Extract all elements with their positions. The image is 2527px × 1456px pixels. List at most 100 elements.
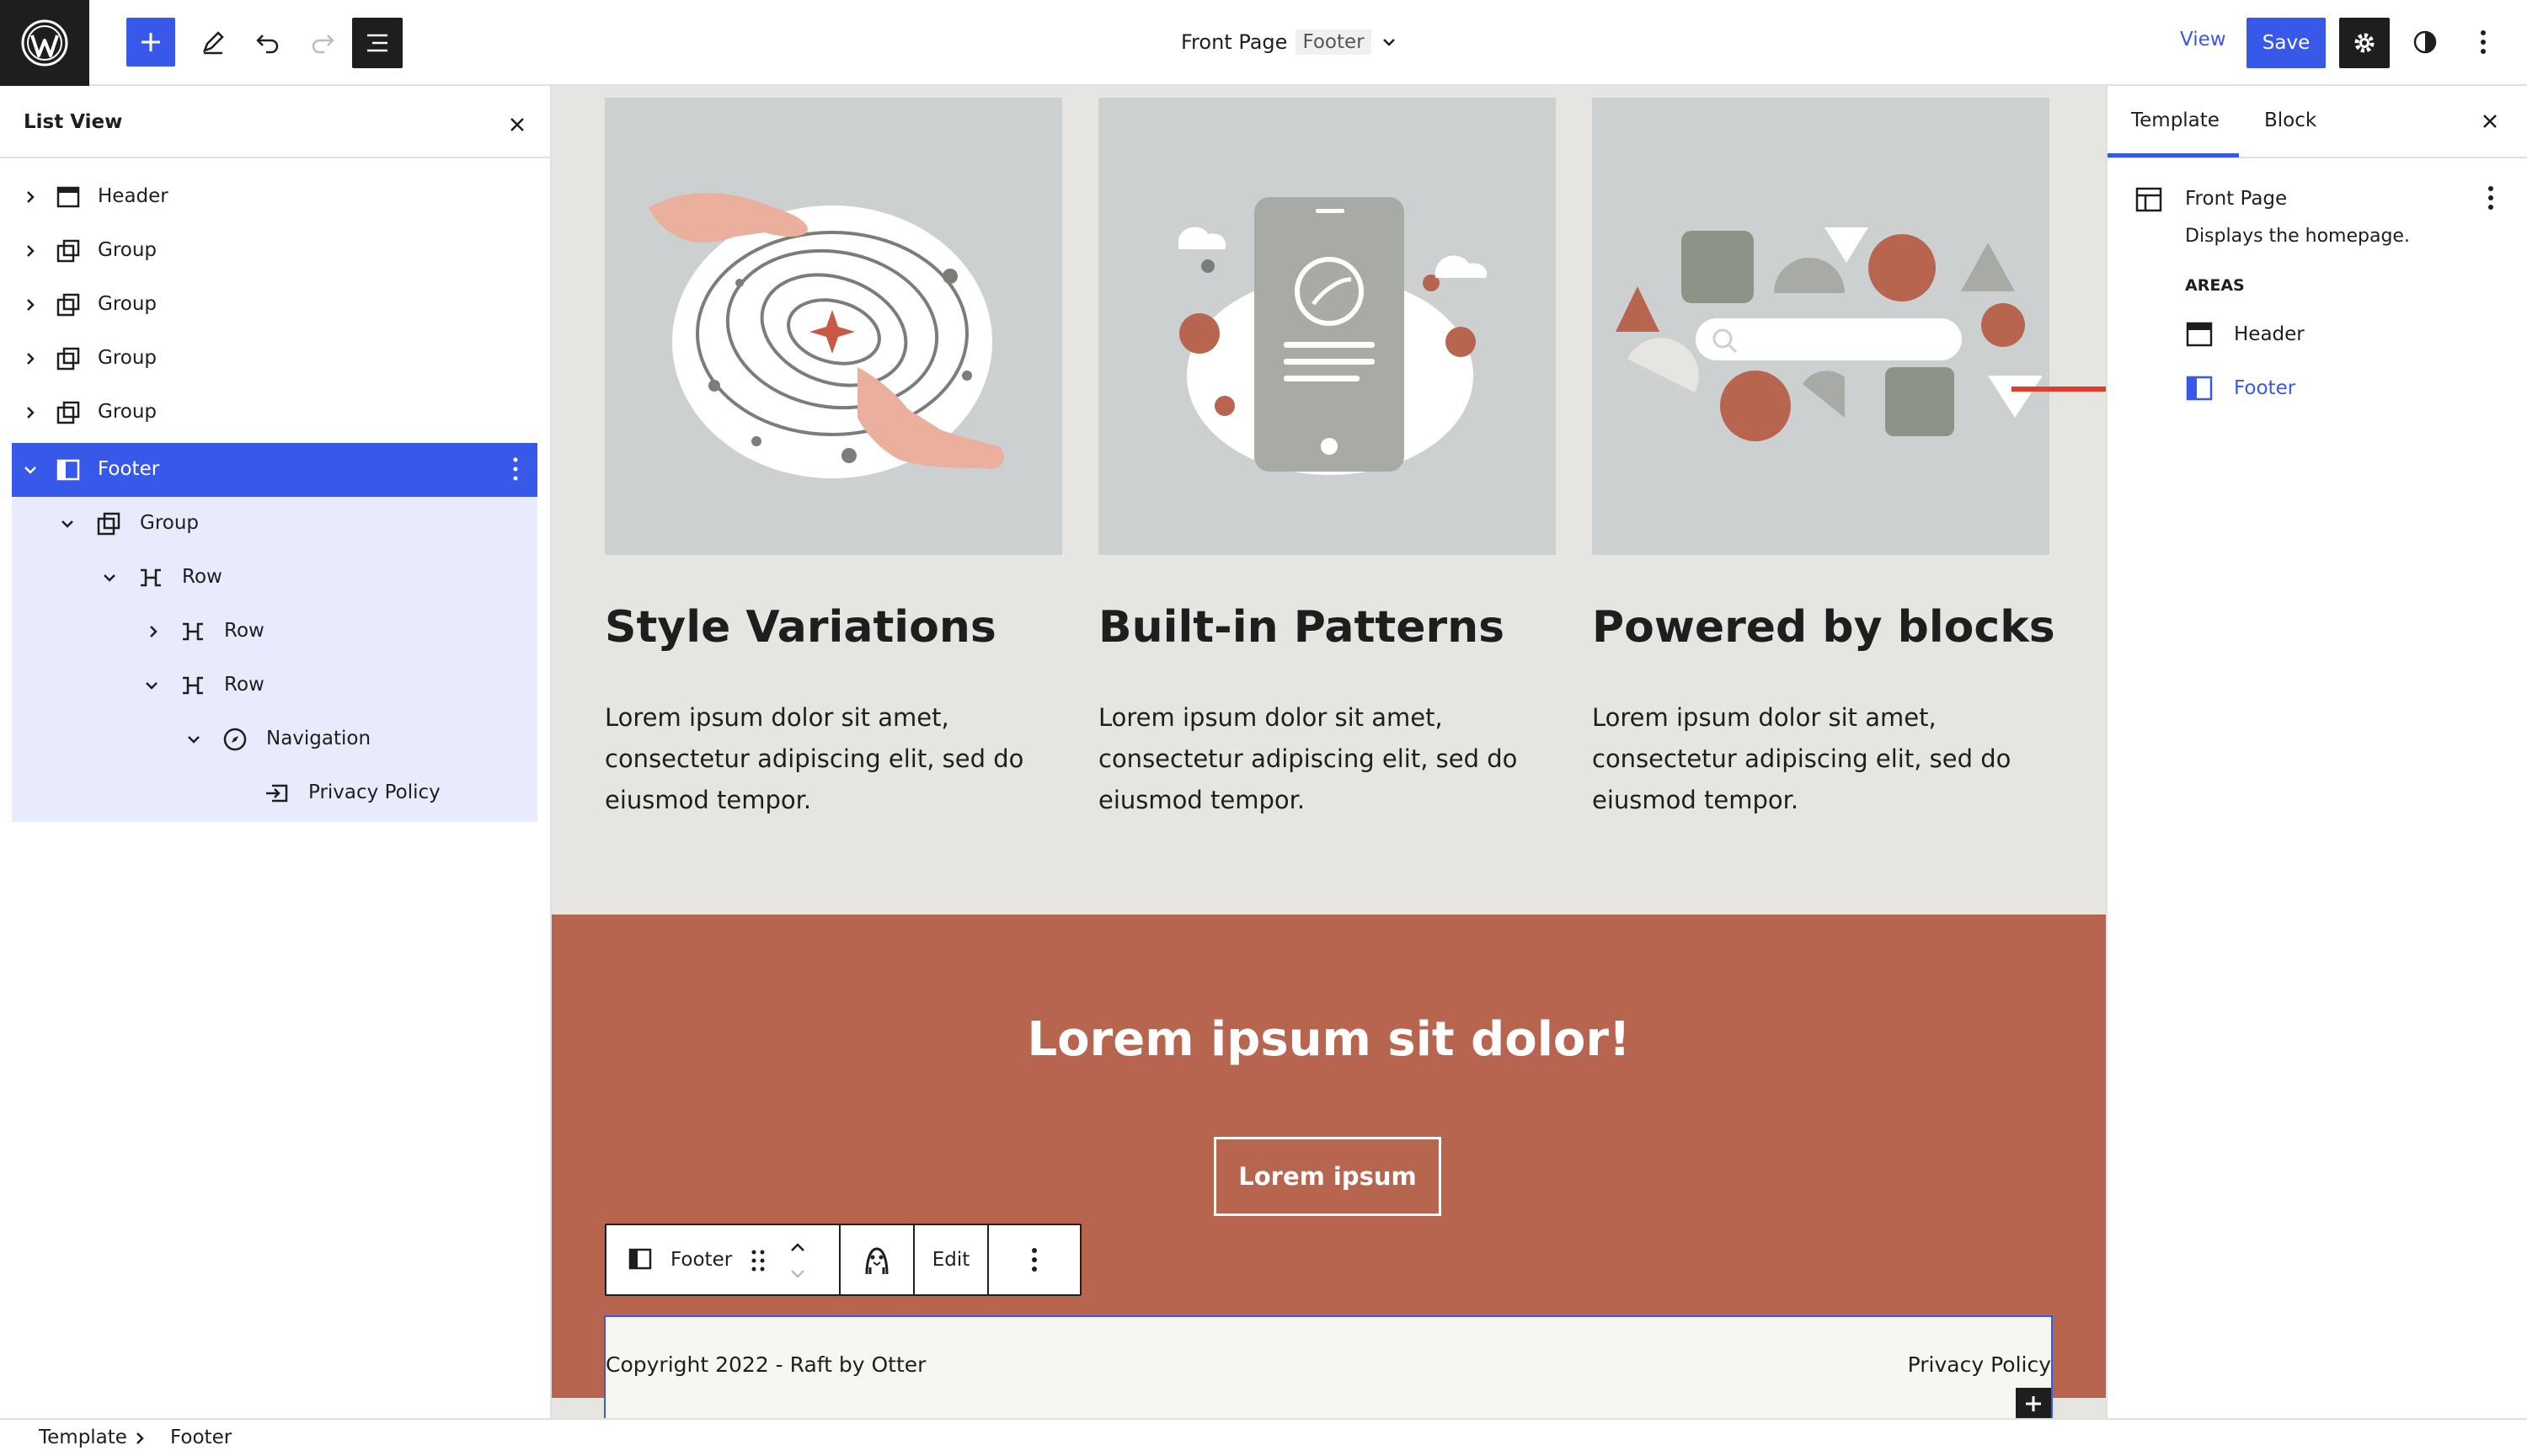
editor-canvas: Style Variations Lorem ipsum dolor sit a…: [552, 86, 2106, 1418]
style-toggle-button[interactable]: [2406, 23, 2444, 61]
chevron-down-icon[interactable]: [143, 677, 160, 694]
list-item-privacy-policy[interactable]: Privacy Policy: [12, 766, 537, 820]
list-item-label: Group: [98, 293, 158, 315]
edit-template-part-button[interactable]: Edit: [915, 1225, 987, 1294]
footer-template-part[interactable]: Copyright 2022 - Raft by Otter Privacy P…: [604, 1315, 2053, 1418]
list-item-group[interactable]: Group: [12, 278, 537, 332]
layout-icon: [2135, 187, 2162, 212]
active-tab-indicator: [2108, 153, 2239, 157]
add-block-button[interactable]: [126, 18, 175, 67]
card-title[interactable]: Style Variations: [605, 602, 996, 653]
list-item-footer[interactable]: Footer: [12, 443, 537, 497]
list-item-header[interactable]: Header: [12, 170, 537, 224]
list-item-group[interactable]: Group: [12, 386, 537, 440]
more-vertical-icon[interactable]: [512, 456, 519, 482]
built-in-patterns-illustration[interactable]: [1098, 98, 1556, 555]
style-variations-illustration[interactable]: [605, 98, 1062, 555]
block-breadcrumb: Template Footer: [0, 1418, 2527, 1456]
chevron-right-icon[interactable]: [22, 243, 39, 259]
template-options-button[interactable]: [2478, 185, 2503, 214]
list-item-label: Group: [98, 239, 158, 261]
template-name: Front Page: [2185, 188, 2288, 210]
chevron-down-icon[interactable]: [22, 461, 39, 478]
view-button[interactable]: View: [2180, 29, 2226, 51]
template-part-icon: [2186, 376, 2213, 401]
list-view-close-button[interactable]: [504, 111, 531, 138]
breadcrumb-item[interactable]: Footer: [170, 1427, 232, 1448]
list-item-navigation[interactable]: Navigation: [12, 712, 537, 766]
card-text[interactable]: Lorem ipsum dolor sit amet, consectetur …: [605, 697, 1043, 821]
list-item-label: Footer: [98, 458, 160, 480]
list-item-row[interactable]: Row: [12, 605, 537, 659]
powered-by-blocks-illustration[interactable]: [1592, 98, 2049, 555]
chevron-down-icon[interactable]: [59, 515, 76, 532]
breadcrumb-item[interactable]: Template: [39, 1427, 127, 1448]
list-item-group[interactable]: Group: [12, 497, 537, 551]
tab-template[interactable]: Template: [2131, 109, 2220, 131]
group-icon: [54, 237, 83, 265]
area-item-footer[interactable]: Footer: [2185, 369, 2505, 409]
block-inserter-button[interactable]: [2016, 1388, 2051, 1418]
drag-handle[interactable]: [748, 1247, 768, 1274]
chevron-up-icon: [791, 1243, 804, 1251]
block-toolbar-label: Footer: [670, 1249, 733, 1271]
document-title: Front Page: [1181, 30, 1288, 54]
chevron-right-icon[interactable]: [22, 189, 39, 205]
area-item-header[interactable]: Header: [2185, 315, 2505, 355]
cta-button[interactable]: Lorem ipsum: [1214, 1137, 1441, 1216]
list-item-label: Row: [182, 566, 222, 588]
otter-icon: [865, 1247, 889, 1275]
group-icon: [54, 291, 83, 319]
undo-button[interactable]: [248, 23, 287, 61]
close-icon: [510, 118, 524, 131]
template-part-icon: [54, 456, 83, 484]
template-description: Displays the homepage.: [2185, 226, 2410, 247]
chevron-right-icon[interactable]: [145, 623, 162, 640]
block-options-button[interactable]: [989, 1225, 1080, 1294]
template-part-icon: [54, 183, 83, 211]
redo-button[interactable]: [303, 23, 342, 61]
pencil-icon: [202, 31, 224, 55]
list-item-row[interactable]: Row: [12, 551, 537, 605]
card-text[interactable]: Lorem ipsum dolor sit amet, consectetur …: [1098, 697, 1536, 821]
footer-privacy-link[interactable]: Privacy Policy: [1908, 1352, 2051, 1377]
move-down-button[interactable]: [785, 1264, 810, 1284]
list-item-group[interactable]: Group: [12, 332, 537, 386]
chevron-right-icon[interactable]: [22, 404, 39, 421]
undo-icon: [256, 35, 279, 54]
chevron-right-icon[interactable]: [22, 350, 39, 367]
list-item-group[interactable]: Group: [12, 224, 537, 278]
save-button[interactable]: Save: [2247, 18, 2326, 68]
move-up-button[interactable]: [785, 1237, 810, 1257]
list-view-toggle-button[interactable]: [352, 18, 403, 68]
footer-copyright[interactable]: Copyright 2022 - Raft by Otter: [606, 1352, 926, 1377]
group-icon: [54, 344, 83, 373]
wordpress-logo-button[interactable]: [0, 0, 89, 86]
area-label: Header: [2234, 323, 2305, 345]
chevron-down-icon: [791, 1270, 804, 1278]
list-view-title: List View: [24, 111, 123, 133]
plus-icon: [142, 33, 160, 51]
list-view-icon: [367, 34, 387, 52]
cta-heading[interactable]: Lorem ipsum sit dolor!: [552, 1012, 2106, 1067]
plus-icon: [2026, 1396, 2041, 1411]
card-text[interactable]: Lorem ipsum dolor sit amet, consectetur …: [1592, 697, 2030, 821]
list-item-label: Header: [98, 185, 168, 207]
list-item-label: Row: [224, 620, 264, 642]
chevron-down-icon[interactable]: [101, 569, 118, 586]
template-part-replace-button[interactable]: [841, 1225, 913, 1294]
card-title[interactable]: Built-in Patterns: [1098, 602, 1504, 653]
chevron-right-icon[interactable]: [22, 296, 39, 313]
tools-button[interactable]: [194, 23, 232, 61]
document-title-dropdown[interactable]: Front Page Footer: [1181, 25, 1398, 59]
row-icon: [179, 617, 207, 646]
card-title[interactable]: Powered by blocks: [1592, 602, 2055, 653]
settings-button[interactable]: [2339, 18, 2390, 68]
list-item-label: Group: [98, 347, 158, 369]
drag-handle-icon: [751, 1250, 765, 1272]
options-menu-button[interactable]: [2466, 23, 2500, 61]
tab-block[interactable]: Block: [2264, 109, 2316, 131]
list-item-row[interactable]: Row: [12, 659, 537, 712]
sidebar-close-button[interactable]: [2476, 108, 2503, 135]
chevron-down-icon[interactable]: [185, 731, 202, 748]
